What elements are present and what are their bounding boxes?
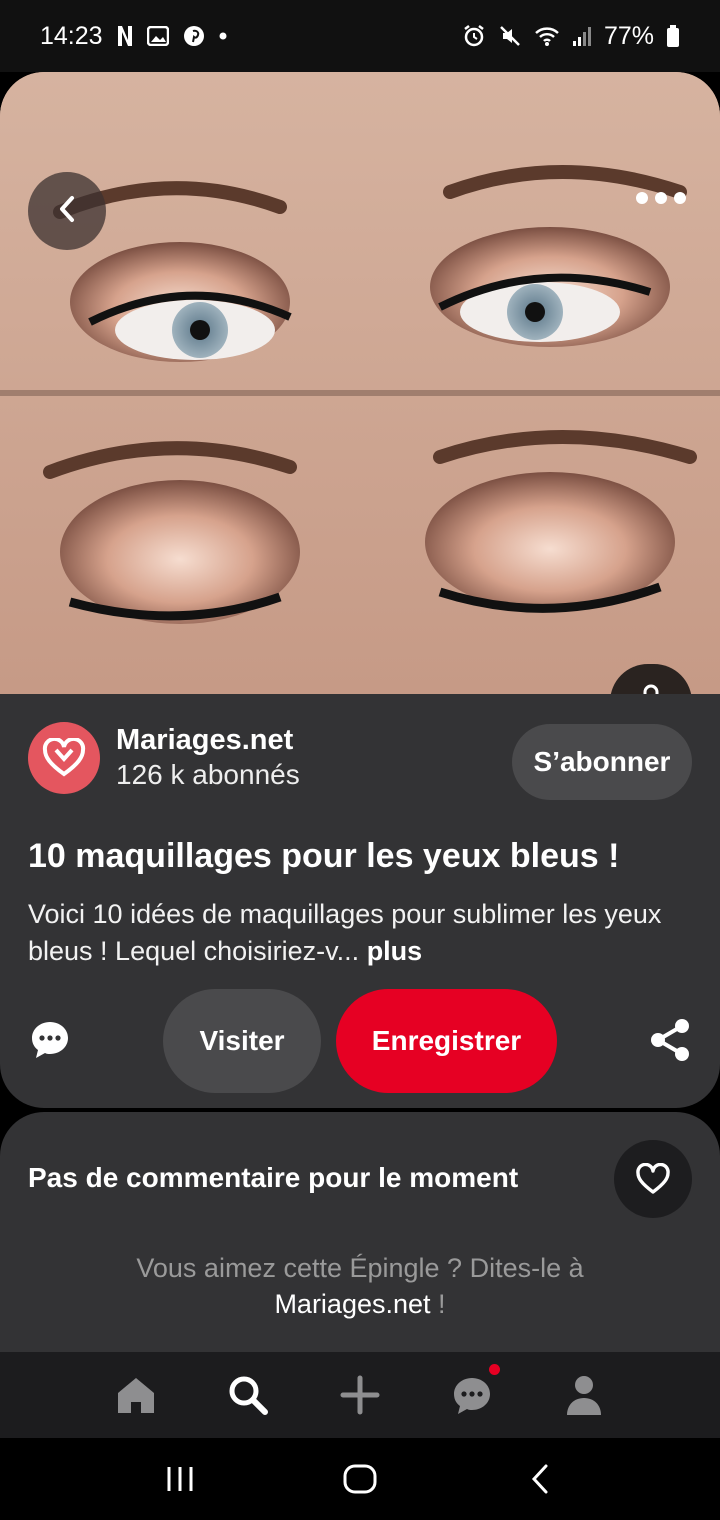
shopping-bag-icon [635, 683, 667, 694]
subscribe-button[interactable]: S’abonner [512, 724, 692, 800]
recent-apps-button[interactable] [140, 1449, 220, 1509]
author-subscribers: 126 k abonnés [116, 759, 300, 790]
signal-icon [572, 25, 592, 47]
gallery-icon [146, 26, 169, 46]
dot-icon [219, 32, 227, 40]
pin-image[interactable] [0, 72, 720, 694]
share-button[interactable] [648, 1016, 692, 1064]
more-dots-icon[interactable] [636, 192, 686, 204]
back-icon [531, 1464, 548, 1494]
no-comments-label: Pas de commentaire pour le moment [28, 1162, 519, 1193]
react-button[interactable] [614, 1140, 692, 1218]
avatar[interactable] [28, 722, 100, 794]
mute-icon [498, 24, 522, 48]
save-button[interactable]: Enregistrer [336, 989, 557, 1093]
nav-home[interactable] [80, 1352, 192, 1438]
create-icon [340, 1375, 380, 1415]
comments-section: Pas de commentaire pour le moment Vous a… [0, 1112, 720, 1352]
comment-bubble-icon [32, 1022, 68, 1058]
profile-icon [567, 1376, 601, 1415]
like-prompt: Vous aimez cette Épingle ? Dites-le à Ma… [0, 1250, 720, 1322]
pin-details-card: Mariages.net 126 k abonnés S’abonner 10 … [0, 694, 720, 1108]
pin-description-text: Voici 10 idées de maquillages pour subli… [28, 899, 662, 966]
recent-apps-icon [167, 1467, 193, 1491]
search-icon [229, 1376, 268, 1415]
like-prompt-text: Vous aimez cette Épingle ? Dites-le à [136, 1253, 584, 1283]
more-link[interactable]: plus [367, 936, 423, 966]
home-system-button[interactable] [320, 1449, 400, 1509]
visit-button[interactable]: Visiter [163, 989, 321, 1093]
like-prompt-end: ! [430, 1289, 446, 1319]
wifi-icon [534, 25, 560, 47]
author-info[interactable]: Mariages.net 126 k abonnés [28, 722, 300, 794]
nav-messages[interactable] [416, 1352, 528, 1438]
nav-create[interactable] [304, 1352, 416, 1438]
pin-description: Voici 10 idées de maquillages pour subli… [28, 896, 698, 970]
home-circle-icon [343, 1464, 377, 1494]
author-name[interactable]: Mariages.net [116, 723, 300, 757]
alarm-icon [462, 24, 486, 48]
pinterest-icon [183, 25, 205, 47]
pin-title: 10 maquillages pour les yeux bleus ! [28, 837, 620, 875]
status-bar: 14:23 77% [0, 0, 720, 72]
home-icon [118, 1378, 154, 1413]
system-navigation [0, 1438, 720, 1520]
like-prompt-brand[interactable]: Mariages.net [274, 1289, 430, 1319]
battery-percent: 77% [603, 21, 654, 50]
messages-icon [454, 1378, 490, 1414]
status-time: 14:23 [40, 21, 103, 50]
battery-icon [666, 24, 680, 48]
back-chevron-icon [55, 194, 79, 229]
bottom-navigation [0, 1352, 720, 1438]
back-button[interactable] [28, 172, 106, 250]
netflix-icon [117, 25, 133, 47]
comment-button[interactable] [26, 1016, 74, 1064]
heart-logo-icon [42, 738, 86, 777]
back-system-button[interactable] [500, 1449, 580, 1509]
notification-dot [489, 1364, 500, 1375]
nav-profile[interactable] [528, 1352, 640, 1438]
makeup-photo [0, 72, 720, 694]
share-icon [651, 1019, 689, 1061]
nav-search[interactable] [192, 1352, 304, 1438]
heart-icon [636, 1163, 670, 1194]
